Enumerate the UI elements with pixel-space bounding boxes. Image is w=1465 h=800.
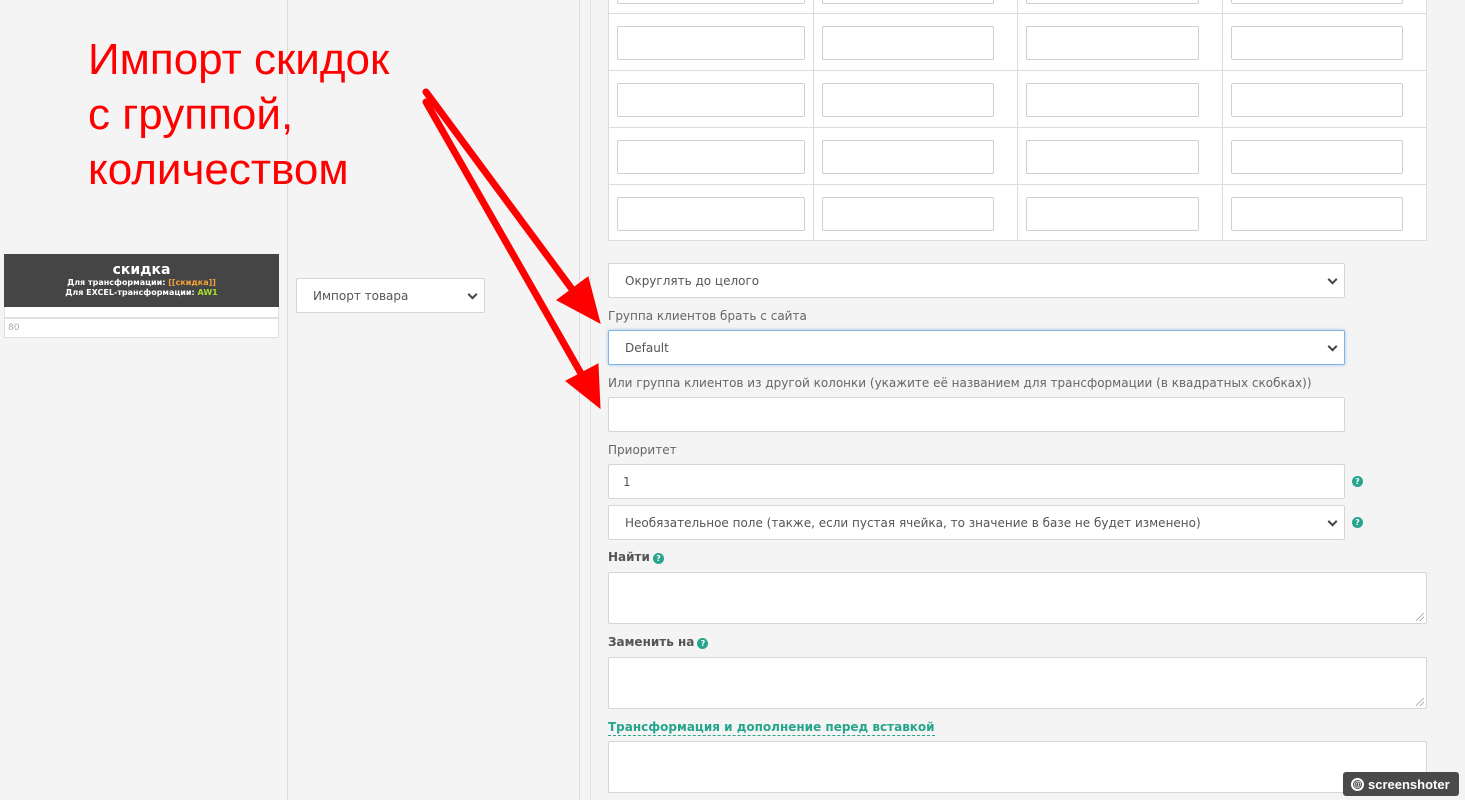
client-group-column-label: Или группа клиентов из другой колонки (у… xyxy=(608,376,1312,390)
client-group-select[interactable]: Default xyxy=(608,330,1345,365)
chevron-down-icon xyxy=(1327,516,1338,527)
grid-input[interactable] xyxy=(822,197,994,231)
replace-textarea[interactable] xyxy=(608,657,1427,709)
column-divider xyxy=(579,0,580,800)
help-icon[interactable]: ? xyxy=(652,553,664,564)
column-sample-empty xyxy=(4,307,279,318)
optional-field-select[interactable]: Необязательное поле (также, если пустая … xyxy=(608,505,1345,540)
annotation-text: Импорт скидок с группой, количеством xyxy=(88,35,390,194)
rounding-select[interactable]: Округлять до целого xyxy=(608,263,1345,298)
import-type-select[interactable]: Импорт товара xyxy=(296,278,485,313)
arrow-to-client-column xyxy=(422,98,591,388)
grid-input[interactable] xyxy=(1231,0,1403,4)
grid-input[interactable] xyxy=(617,197,805,231)
column-header: скидка Для трансформации: [[скидка]] Для… xyxy=(4,254,279,307)
excel-hint: Для EXCEL-трансформации: AW1 xyxy=(65,288,218,297)
arrow-to-client-group xyxy=(422,88,587,308)
priority-input[interactable]: 1 xyxy=(608,464,1345,499)
find-textarea[interactable] xyxy=(608,572,1427,624)
transform-link[interactable]: Трансформация и дополнение перед вставко… xyxy=(608,720,935,736)
replace-label: Заменить на? xyxy=(608,635,709,649)
chevron-down-icon xyxy=(1327,274,1338,285)
priority-label: Приоритет xyxy=(608,443,677,457)
resize-grip[interactable] xyxy=(1416,698,1424,706)
at-icon: @ xyxy=(1351,777,1364,791)
grid-input[interactable] xyxy=(1231,140,1403,174)
grid-input[interactable] xyxy=(822,83,994,117)
excel-code: AW1 xyxy=(197,288,218,297)
grid-input[interactable] xyxy=(1231,197,1403,231)
find-label: Найти? xyxy=(608,550,664,564)
column-sample-value: 80 xyxy=(4,318,279,338)
transform-textarea[interactable] xyxy=(608,741,1427,793)
client-group-column-input[interactable] xyxy=(608,397,1345,432)
grid-input[interactable] xyxy=(617,0,805,4)
page: скидка Для трансформации: [[скидка]] Для… xyxy=(0,0,1465,800)
client-group-label: Группа клиентов брать с сайта xyxy=(608,309,807,323)
screenshoter-watermark: @ screenshoter xyxy=(1343,772,1459,796)
help-icon[interactable]: ? xyxy=(697,638,709,649)
grid-input[interactable] xyxy=(617,83,805,117)
grid-input[interactable] xyxy=(1231,26,1403,60)
grid-input[interactable] xyxy=(822,26,994,60)
grid-input[interactable] xyxy=(617,26,805,60)
transform-code: [[скидка]] xyxy=(168,278,216,287)
grid-input[interactable] xyxy=(822,140,994,174)
grid-input[interactable] xyxy=(822,0,994,4)
grid-input[interactable] xyxy=(1026,26,1199,60)
transform-hint: Для трансформации: [[скидка]] xyxy=(67,278,216,287)
chevron-down-icon xyxy=(467,289,478,300)
grid-input[interactable] xyxy=(617,140,805,174)
grid-input[interactable] xyxy=(1026,197,1199,231)
grid-input[interactable] xyxy=(1231,83,1403,117)
grid-input[interactable] xyxy=(1026,0,1199,4)
help-icon[interactable]: ? xyxy=(1352,517,1363,528)
chevron-down-icon xyxy=(1327,341,1338,352)
column-title: скидка xyxy=(112,262,171,278)
grid-input[interactable] xyxy=(1026,140,1199,174)
help-icon[interactable]: ? xyxy=(1352,476,1363,487)
grid-input[interactable] xyxy=(1026,83,1199,117)
resize-grip[interactable] xyxy=(1416,613,1424,621)
